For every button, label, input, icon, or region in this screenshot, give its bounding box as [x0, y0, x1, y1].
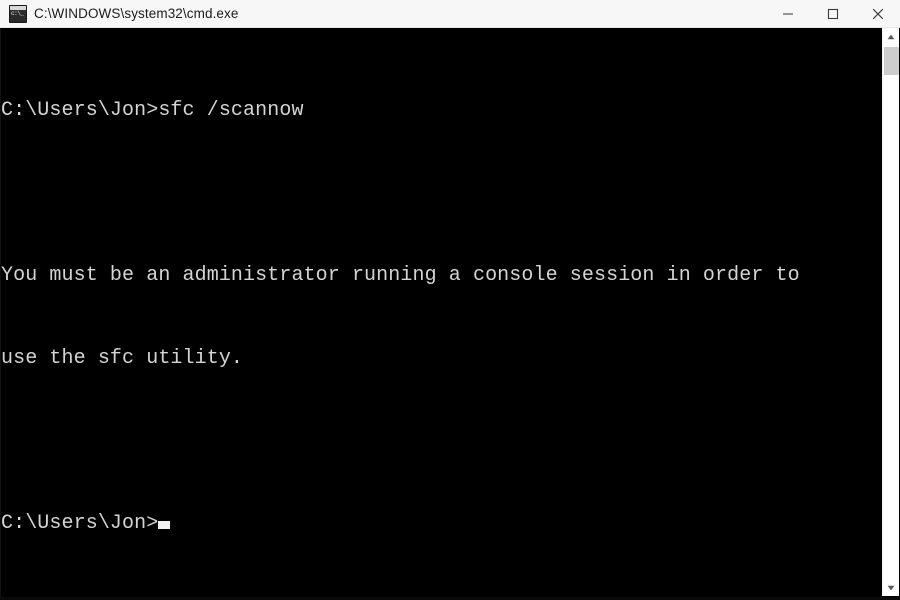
console-output-area[interactable]: C:\Users\Jon>sfc /scannow You must be an…	[0, 28, 882, 596]
minimize-icon	[782, 13, 793, 14]
window-title: C:\WINDOWS\system32\cmd.exe	[34, 6, 239, 21]
chevron-up-icon	[887, 34, 895, 39]
console-line-blank-2	[1, 427, 882, 455]
console-line-blank-1	[1, 180, 882, 208]
cmd-window: c:\_ C:\WINDOWS\system32\cmd.exe C:\User…	[0, 0, 900, 600]
maximize-icon	[827, 8, 838, 19]
maximize-button[interactable]	[810, 0, 855, 27]
close-button[interactable]	[855, 0, 900, 27]
console-line-command: C:\Users\Jon>sfc /scannow	[1, 99, 304, 122]
cmd-app-icon: c:\_	[9, 4, 27, 23]
chevron-down-icon	[887, 585, 895, 590]
console-line-prompt: C:\Users\Jon>	[1, 510, 882, 538]
window-left-edge	[0, 28, 1, 600]
prompt-text: C:\Users\Jon>	[1, 511, 159, 535]
close-icon	[872, 8, 883, 19]
title-bar[interactable]: c:\_ C:\WINDOWS\system32\cmd.exe	[0, 0, 900, 28]
minimize-button[interactable]	[765, 0, 810, 27]
console-line-message-1: You must be an administrator running a c…	[1, 264, 800, 287]
scroll-up-button[interactable]	[883, 28, 899, 45]
scrollbar-thumb[interactable]	[884, 47, 899, 75]
cmd-app-icon-text: c:\_	[11, 9, 24, 17]
console-line-message-2: use the sfc utility.	[1, 346, 244, 370]
text-cursor	[158, 520, 171, 529]
scroll-down-button[interactable]	[883, 579, 899, 596]
console-text: C:\Users\Jon>sfc /scannow You must be an…	[0, 28, 882, 592]
console-scrollbar[interactable]	[882, 28, 899, 596]
window-controls	[765, 0, 900, 27]
